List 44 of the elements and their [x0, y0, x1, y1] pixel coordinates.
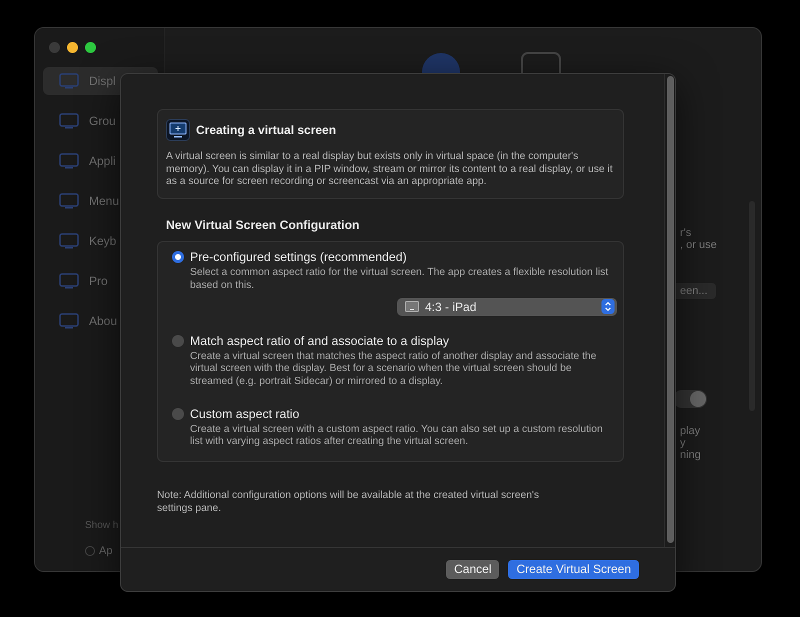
- close-button[interactable]: [49, 42, 60, 53]
- description-text: A virtual screen is similar to a real display but exists only in virtual space (in the computer's memory). You can display it in a PIP window, stream or mirror its content to a real display, or use it as a source for screen recording or screencast via an appropriate app.: [166, 151, 614, 190]
- option-description: Create a virtual screen that matches the aspect ratio of another display and associate the virtual screen with the display. Best for a scenario when the virtual screen should be streamed (e.g. portrait Sidecar) or mirrored to a display.: [189, 350, 598, 389]
- text-fragment: , or use: [680, 239, 717, 251]
- note-text: Note: Additional configuration options will be available at the created virtual screen's settings pane.: [157, 490, 540, 516]
- sidebar-icon: [59, 273, 79, 289]
- sidebar-item[interactable]: Appli: [43, 147, 158, 175]
- card-title: Creating a virtual screen: [196, 123, 336, 137]
- radio-button[interactable]: [172, 251, 184, 264]
- text-fragment: play: [680, 425, 702, 437]
- option-description: Create a virtual screen with a custom aspect ratio. You can also set up a custom resolution list with varying aspect ratios after creating the virtual screen.: [189, 424, 604, 450]
- screen-icon: [405, 301, 419, 312]
- sidebar-icon: [59, 113, 79, 129]
- section-title: New Virtual Screen Configuration: [166, 218, 360, 232]
- radio-button[interactable]: [172, 334, 184, 347]
- text-fragment: ning: [680, 449, 702, 461]
- sidebar-item[interactable]: Menu: [43, 187, 158, 215]
- sidebar-icon: [59, 313, 79, 329]
- toggle-switch[interactable]: [673, 390, 707, 408]
- text-fragment: r's: [680, 227, 692, 239]
- create-button[interactable]: Create Virtual Screen: [508, 560, 639, 579]
- chevron-updown-icon: [601, 299, 615, 314]
- sidebar-icon: [59, 193, 79, 209]
- option-label: Custom aspect ratio: [190, 406, 300, 421]
- sidebar-item[interactable]: Abou: [43, 307, 158, 335]
- radio-button[interactable]: [85, 546, 95, 556]
- option-description: Select a common aspect ratio for the virtual screen. The app creates a flexible resolution list based on this.: [189, 267, 610, 293]
- sidebar-icon: [59, 153, 79, 169]
- option-label: Match aspect ratio of and associate to a display: [190, 334, 450, 348]
- scrollbar[interactable]: [664, 74, 675, 547]
- cancel-button[interactable]: Cancel: [446, 560, 500, 579]
- option-label: Ap: [99, 545, 112, 557]
- sidebar-icon: [59, 73, 79, 89]
- sidebar-item[interactable]: Pro: [43, 267, 158, 295]
- aspect-ratio-dropdown[interactable]: 4:3 - iPad: [397, 298, 617, 316]
- radio-button[interactable]: [172, 408, 184, 420]
- sidebar-item[interactable]: Keyb: [43, 227, 158, 255]
- sidebar-item[interactable]: Grou: [43, 107, 158, 135]
- option-label: Pre-configured settings (recommended): [190, 250, 407, 264]
- zoom-button[interactable]: [85, 42, 96, 53]
- minimize-button[interactable]: [67, 42, 78, 53]
- monitor-icon: [166, 119, 190, 141]
- text-fragment: y: [680, 437, 686, 449]
- sidebar-icon: [59, 233, 79, 249]
